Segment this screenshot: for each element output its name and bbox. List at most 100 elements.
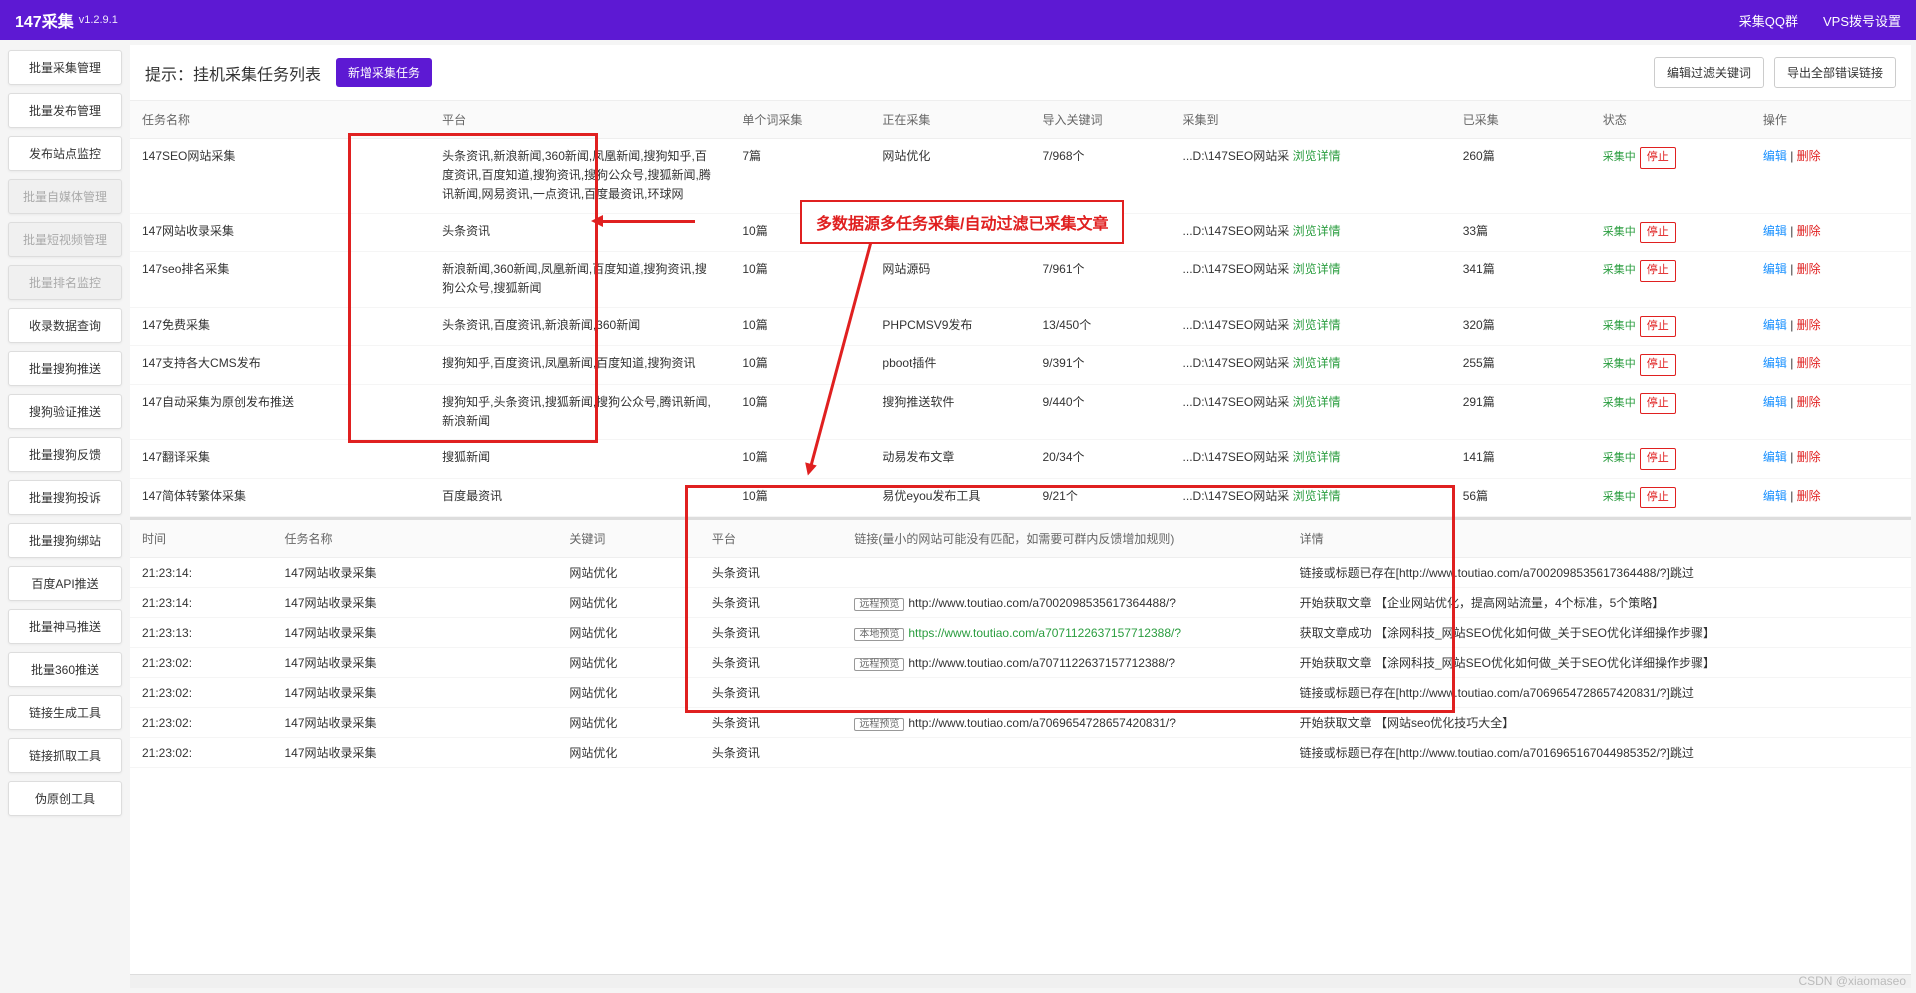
log-col-3: 平台 [700, 520, 842, 558]
new-task-button[interactable]: 新增采集任务 [336, 58, 432, 87]
sidebar-item-0[interactable]: 批量采集管理 [8, 50, 122, 85]
stop-button[interactable]: 停止 [1640, 316, 1676, 338]
sidebar-item-1[interactable]: 批量发布管理 [8, 93, 122, 128]
tasks-col-0: 任务名称 [130, 101, 430, 139]
task-status: 采集中停止 [1591, 139, 1751, 214]
log-platform: 头条资讯 [700, 618, 842, 648]
view-detail-link[interactable]: 浏览详情 [1293, 450, 1341, 464]
nav-vps[interactable]: VPS拨号设置 [1823, 11, 1901, 30]
table-row: 147网站收录采集头条资讯10篇网站收录2/5个...D:\147SEO网站采 … [130, 213, 1911, 252]
export-errors-button[interactable]: 导出全部错误链接 [1774, 57, 1896, 88]
task-status: 采集中停止 [1591, 478, 1751, 517]
filter-keyword-button[interactable]: 编辑过滤关键词 [1654, 57, 1764, 88]
stop-button[interactable]: 停止 [1640, 448, 1676, 470]
log-keyword: 网站优化 [557, 558, 699, 588]
log-time: 21:23:13: [130, 618, 272, 648]
log-task: 147网站收录采集 [272, 618, 557, 648]
remote-preview-tag[interactable]: 远程预览 [854, 598, 904, 611]
sidebar-item-2[interactable]: 发布站点监控 [8, 136, 122, 171]
delete-link[interactable]: 删除 [1797, 489, 1821, 503]
sidebar-item-7[interactable]: 批量搜狗推送 [8, 351, 122, 386]
edit-link[interactable]: 编辑 [1763, 224, 1787, 238]
view-detail-link[interactable]: 浏览详情 [1293, 395, 1341, 409]
sidebar-item-9[interactable]: 批量搜狗反馈 [8, 437, 122, 472]
stop-button[interactable]: 停止 [1640, 354, 1676, 376]
sidebar-item-11[interactable]: 批量搜狗绑站 [8, 523, 122, 558]
local-preview-tag[interactable]: 本地预览 [854, 628, 904, 641]
stop-button[interactable]: 停止 [1640, 260, 1676, 282]
task-collected: 291篇 [1451, 384, 1591, 439]
sidebar-item-13[interactable]: 批量神马推送 [8, 609, 122, 644]
edit-link[interactable]: 编辑 [1763, 149, 1787, 163]
log-section: 时间任务名称关键词平台链接(量小的网站可能没有匹配，如需要可群内反馈增加规则)详… [130, 517, 1911, 974]
log-link: 远程预览http://www.toutiao.com/a706965472865… [842, 708, 1287, 738]
task-status: 采集中停止 [1591, 213, 1751, 252]
task-collected: 56篇 [1451, 478, 1591, 517]
log-detail: 开始获取文章 【网站seo优化技巧大全】 [1288, 708, 1911, 738]
sidebar-item-17[interactable]: 伪原创工具 [8, 781, 122, 816]
task-platform: 搜狐新闻 [430, 440, 730, 479]
delete-link[interactable]: 删除 [1797, 395, 1821, 409]
horizontal-scrollbar[interactable] [130, 974, 1911, 988]
nav-qq-group[interactable]: 采集QQ群 [1739, 11, 1798, 30]
log-keyword: 网站优化 [557, 588, 699, 618]
remote-preview-tag[interactable]: 远程预览 [854, 718, 904, 731]
sidebar-item-12[interactable]: 百度API推送 [8, 566, 122, 601]
log-keyword: 网站优化 [557, 618, 699, 648]
task-status: 采集中停止 [1591, 307, 1751, 346]
delete-link[interactable]: 删除 [1797, 356, 1821, 370]
log-platform: 头条资讯 [700, 738, 842, 768]
sidebar-item-16[interactable]: 链接抓取工具 [8, 738, 122, 773]
stop-button[interactable]: 停止 [1640, 487, 1676, 509]
delete-link[interactable]: 删除 [1797, 224, 1821, 238]
tasks-col-3: 正在采集 [870, 101, 1030, 139]
task-single: 7篇 [730, 139, 870, 214]
edit-link[interactable]: 编辑 [1763, 262, 1787, 276]
sidebar-item-6[interactable]: 收录数据查询 [8, 308, 122, 343]
log-link: 本地预览https://www.toutiao.com/a70711226371… [842, 618, 1287, 648]
view-detail-link[interactable]: 浏览详情 [1293, 224, 1341, 238]
edit-link[interactable]: 编辑 [1763, 450, 1787, 464]
log-detail: 链接或标题已存在[http://www.toutiao.com/a7069654… [1288, 678, 1911, 708]
sidebar-item-4: 批量短视频管理 [8, 222, 122, 257]
delete-link[interactable]: 删除 [1797, 262, 1821, 276]
edit-link[interactable]: 编辑 [1763, 356, 1787, 370]
task-platform: 百度最资讯 [430, 478, 730, 517]
log-time: 21:23:14: [130, 558, 272, 588]
task-platform: 头条资讯,新浪新闻,360新闻,凤凰新闻,搜狗知乎,百度资讯,百度知道,搜狗资讯… [430, 139, 730, 214]
app-version: v1.2.9.1 [79, 14, 118, 26]
view-detail-link[interactable]: 浏览详情 [1293, 262, 1341, 276]
edit-link[interactable]: 编辑 [1763, 395, 1787, 409]
log-row: 21:23:02:147网站收录采集网站优化头条资讯远程预览http://www… [130, 708, 1911, 738]
task-status: 采集中停止 [1591, 252, 1751, 307]
edit-link[interactable]: 编辑 [1763, 318, 1787, 332]
sidebar-item-15[interactable]: 链接生成工具 [8, 695, 122, 730]
view-detail-link[interactable]: 浏览详情 [1293, 318, 1341, 332]
remote-preview-tag[interactable]: 远程预览 [854, 658, 904, 671]
task-keyword: 9/21个 [1030, 478, 1170, 517]
stop-button[interactable]: 停止 [1640, 393, 1676, 415]
task-name: 147SEO网站采集 [130, 139, 430, 214]
edit-link[interactable]: 编辑 [1763, 489, 1787, 503]
task-status: 采集中停止 [1591, 346, 1751, 385]
app-title: 147采集 [15, 8, 74, 32]
sidebar-item-10[interactable]: 批量搜狗投诉 [8, 480, 122, 515]
table-row: 147免费采集头条资讯,百度资讯,新浪新闻,360新闻10篇PHPCMSV9发布… [130, 307, 1911, 346]
delete-link[interactable]: 删除 [1797, 450, 1821, 464]
task-keyword: 9/440个 [1030, 384, 1170, 439]
task-current: PHPCMSV9发布 [870, 307, 1030, 346]
sidebar-item-14[interactable]: 批量360推送 [8, 652, 122, 687]
log-task: 147网站收录采集 [272, 558, 557, 588]
delete-link[interactable]: 删除 [1797, 318, 1821, 332]
stop-button[interactable]: 停止 [1640, 222, 1676, 244]
table-row: 147自动采集为原创发布推送搜狗知乎,头条资讯,搜狐新闻,搜狗公众号,腾讯新闻,… [130, 384, 1911, 439]
log-row: 21:23:14:147网站收录采集网站优化头条资讯远程预览http://www… [130, 588, 1911, 618]
log-time: 21:23:14: [130, 588, 272, 618]
view-detail-link[interactable]: 浏览详情 [1293, 149, 1341, 163]
task-collected: 341篇 [1451, 252, 1591, 307]
stop-button[interactable]: 停止 [1640, 147, 1676, 169]
delete-link[interactable]: 删除 [1797, 149, 1821, 163]
sidebar-item-8[interactable]: 搜狗验证推送 [8, 394, 122, 429]
view-detail-link[interactable]: 浏览详情 [1293, 356, 1341, 370]
view-detail-link[interactable]: 浏览详情 [1293, 489, 1341, 503]
